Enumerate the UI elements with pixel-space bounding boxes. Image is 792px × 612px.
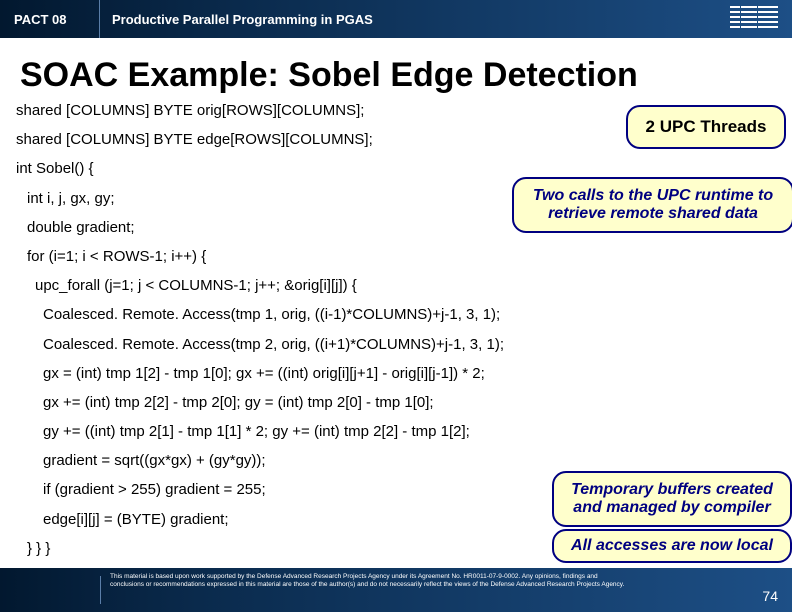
ibm-logo-icon [729, 6, 779, 28]
footer-divider [100, 576, 101, 604]
header-pact: PACT 08 [0, 0, 100, 38]
code-line: int Sobel() { [16, 161, 776, 176]
code-line: gy += ((int) tmp 2[1] - tmp 1[1] * 2; gy… [16, 424, 776, 439]
header-course: Productive Parallel Programming in PGAS [100, 12, 373, 27]
footer-disclaimer: This material is based upon work support… [110, 573, 630, 589]
code-line: for (i=1; i < ROWS-1; i++) { [16, 249, 776, 264]
code-line: Coalesced. Remote. Access(tmp 1, orig, (… [16, 307, 776, 322]
slide-title: SOAC Example: Sobel Edge Detection [0, 38, 792, 103]
code-line: gx = (int) tmp 1[2] - tmp 1[0]; gx += ((… [16, 366, 776, 381]
footer-bar: This material is based upon work support… [0, 568, 792, 612]
header-bar: PACT 08 Productive Parallel Programming … [0, 0, 792, 38]
callout-twocalls: Two calls to the UPC runtime to retrieve… [512, 177, 792, 233]
slide: PACT 08 Productive Parallel Programming … [0, 0, 792, 612]
slide-content: shared [COLUMNS] BYTE orig[ROWS][COLUMNS… [0, 103, 792, 595]
code-line: upc_forall (j=1; j < COLUMNS-1; j++; &or… [16, 278, 776, 293]
callout-buffers: Temporary buffers created and managed by… [552, 471, 792, 527]
code-line: Coalesced. Remote. Access(tmp 2, orig, (… [16, 337, 776, 352]
callout-threads: 2 UPC Threads [626, 105, 786, 149]
code-line: gx += (int) tmp 2[2] - tmp 2[0]; gy = (i… [16, 395, 776, 410]
callout-local: All accesses are now local [552, 529, 792, 563]
page-number: 74 [762, 588, 778, 604]
code-line: gradient = sqrt((gx*gx) + (gy*gy)); [16, 453, 776, 468]
